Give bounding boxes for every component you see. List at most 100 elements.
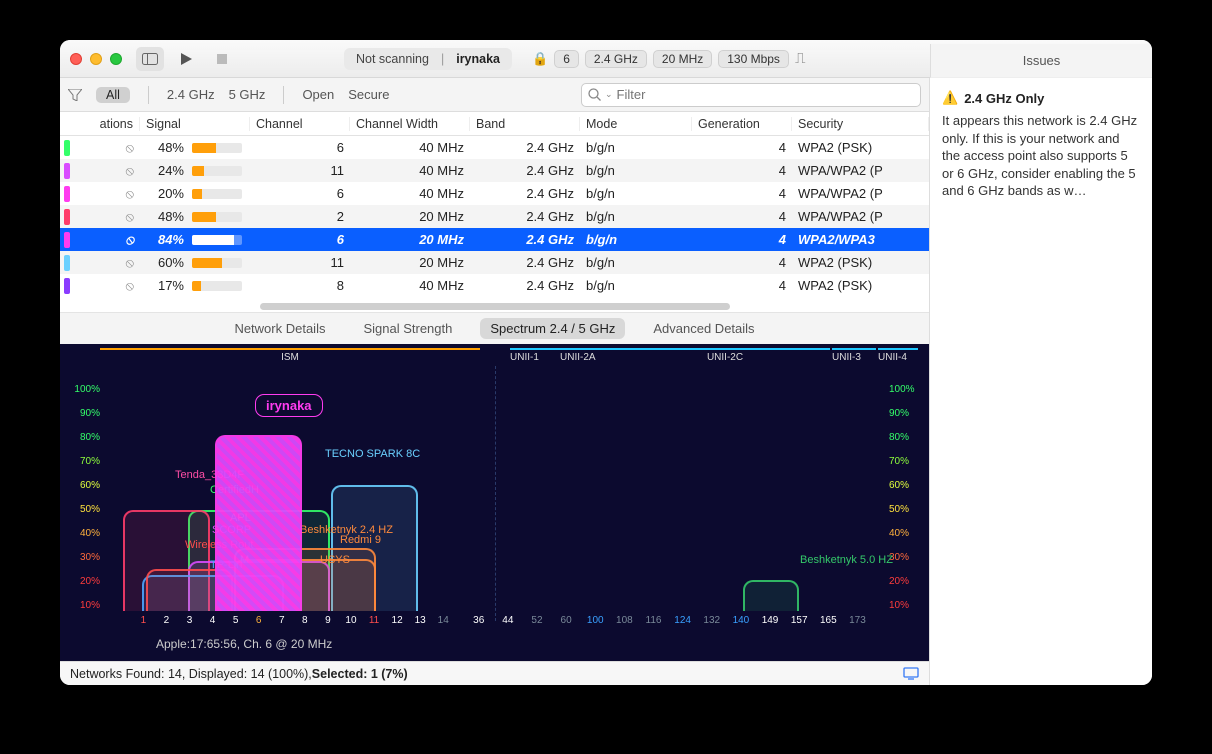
table-row[interactable]: ⦸ 48% 2 20 MHz 2.4 GHz b/g/n 4 WPA/WPA2 …	[60, 205, 929, 228]
chip-width: 20 MHz	[653, 50, 712, 68]
zoom-window-button[interactable]	[110, 53, 122, 65]
x-tick: 2	[164, 615, 170, 626]
issue-item[interactable]: ⚠️ 2.4 GHz Only It appears this network …	[930, 78, 1152, 212]
network-color-swatch	[64, 232, 70, 248]
x-tick: 8	[302, 615, 308, 626]
filter-secure[interactable]: Secure	[348, 87, 389, 102]
filter-search[interactable]: ⌄	[581, 83, 921, 107]
y-tick: 10%	[889, 600, 909, 611]
table-row[interactable]: ⦸ 84% 6 20 MHz 2.4 GHz b/g/n 4 WPA2/WPA3	[60, 228, 929, 251]
band-divider	[495, 366, 496, 621]
band-unii2a: UNII-2A	[560, 348, 620, 363]
y-tick: 100%	[889, 384, 915, 395]
spectrum-footer: Apple:17:65:56, Ch. 6 @ 20 MHz	[150, 637, 332, 651]
y-tick: 20%	[80, 576, 100, 587]
title-separator: |	[441, 52, 444, 66]
selected-network-name: irynaka	[448, 50, 508, 68]
table-row[interactable]: ⦸ 24% 11 40 MHz 2.4 GHz b/g/n 4 WPA/WPA2…	[60, 159, 929, 182]
col-sec[interactable]: Security	[792, 117, 929, 131]
col-gen[interactable]: Generation	[692, 117, 792, 131]
cell-mode: b/g/n	[580, 278, 692, 293]
cell-security: WPA2 (PSK)	[792, 140, 929, 155]
filter-24ghz[interactable]: 2.4 GHz	[167, 87, 215, 102]
cell-security: WPA2 (PSK)	[792, 278, 929, 293]
x-axis-ticks: 1234567891011121314364452601001081161241…	[100, 615, 889, 631]
y-tick: 50%	[889, 504, 909, 515]
col-ations[interactable]: ations	[60, 117, 140, 131]
cell-width: 40 MHz	[350, 163, 470, 178]
table-header: ations Signal Channel Channel Width Band…	[60, 112, 929, 136]
spectrum-curve	[743, 580, 798, 612]
tab-network-details[interactable]: Network Details	[224, 318, 335, 339]
visibility-icon[interactable]: ⦸	[126, 278, 134, 294]
cell-generation: 4	[692, 255, 792, 270]
y-tick: 20%	[889, 576, 909, 587]
tab-advanced-details[interactable]: Advanced Details	[643, 318, 764, 339]
filter-input[interactable]	[617, 87, 914, 102]
visibility-icon[interactable]: ⦸	[126, 163, 134, 179]
network-color-swatch	[64, 209, 70, 225]
visibility-icon[interactable]: ⦸	[126, 232, 134, 248]
band-ism: ISM	[100, 348, 480, 363]
x-tick: 6	[256, 615, 262, 626]
table-body[interactable]: ⦸ 48% 6 40 MHz 2.4 GHz b/g/n 4 WPA2 (PSK…	[60, 136, 929, 300]
filter-open[interactable]: Open	[302, 87, 334, 102]
filter-all-pill[interactable]: All	[96, 87, 130, 103]
issues-panel-title: Issues	[930, 44, 1152, 78]
network-color-swatch	[64, 278, 70, 294]
col-channel[interactable]: Channel	[250, 117, 350, 131]
cell-generation: 4	[692, 209, 792, 224]
cell-channel: 6	[250, 140, 350, 155]
cell-band: 2.4 GHz	[470, 186, 580, 201]
play-scan-button[interactable]	[172, 47, 200, 71]
signal-percent: 84%	[146, 232, 184, 247]
table-row[interactable]: ⦸ 20% 6 40 MHz 2.4 GHz b/g/n 4 WPA/WPA2 …	[60, 182, 929, 205]
col-width[interactable]: Channel Width	[350, 117, 470, 131]
search-icon	[588, 88, 601, 101]
signal-percent: 60%	[146, 255, 184, 270]
x-tick: 52	[531, 615, 542, 626]
dropdown-caret-icon[interactable]: ⌄	[605, 89, 613, 100]
x-tick: 1	[141, 615, 147, 626]
display-mode-icon[interactable]	[903, 667, 919, 680]
sidebar-toggle-button[interactable]	[136, 47, 164, 71]
horizontal-scrollbar[interactable]	[60, 300, 929, 312]
close-window-button[interactable]	[70, 53, 82, 65]
network-chips: 🔒 6 2.4 GHz 20 MHz 130 Mbps ⎍	[532, 50, 805, 68]
network-color-swatch	[64, 140, 70, 156]
table-row[interactable]: ⦸ 48% 6 40 MHz 2.4 GHz b/g/n 4 WPA2 (PSK…	[60, 136, 929, 159]
spectrum-chart[interactable]: ISM UNII-1 UNII-2A UNII-2C UNII-3 UNII-4…	[60, 344, 929, 661]
x-tick: 5	[233, 615, 239, 626]
play-icon	[181, 53, 192, 65]
visibility-icon[interactable]: ⦸	[126, 186, 134, 202]
table-row[interactable]: ⦸ 60% 11 20 MHz 2.4 GHz b/g/n 4 WPA2 (PS…	[60, 251, 929, 274]
tab-signal-strength[interactable]: Signal Strength	[353, 318, 462, 339]
table-row[interactable]: ⦸ 17% 8 40 MHz 2.4 GHz b/g/n 4 WPA2 (PSK…	[60, 274, 929, 297]
filter-5ghz[interactable]: 5 GHz	[229, 87, 266, 102]
funnel-icon[interactable]	[68, 89, 82, 101]
signal-percent: 17%	[146, 278, 184, 293]
cell-generation: 4	[692, 140, 792, 155]
band-unii4: UNII-4	[878, 348, 918, 363]
cell-width: 20 MHz	[350, 255, 470, 270]
col-band[interactable]: Band	[470, 117, 580, 131]
filter-toolbar: All 2.4 GHz 5 GHz Open Secure ⌄	[60, 78, 929, 112]
visibility-icon[interactable]: ⦸	[126, 255, 134, 271]
x-tick: 9	[325, 615, 331, 626]
col-signal[interactable]: Signal	[140, 117, 250, 131]
y-tick: 70%	[889, 456, 909, 467]
x-tick: 132	[703, 615, 720, 626]
sidebar-icon	[142, 53, 158, 65]
signal-bar	[192, 258, 242, 268]
col-mode[interactable]: Mode	[580, 117, 692, 131]
minimize-window-button[interactable]	[90, 53, 102, 65]
tab-spectrum[interactable]: Spectrum 2.4 / 5 GHz	[480, 318, 625, 339]
visibility-icon[interactable]: ⦸	[126, 209, 134, 225]
x-tick: 3	[187, 615, 193, 626]
x-tick: 13	[415, 615, 426, 626]
visibility-icon[interactable]: ⦸	[126, 140, 134, 156]
status-text: Networks Found: 14, Displayed: 14 (100%)…	[70, 667, 312, 681]
cell-generation: 4	[692, 186, 792, 201]
x-tick: 44	[502, 615, 513, 626]
stop-scan-button[interactable]	[208, 47, 236, 71]
